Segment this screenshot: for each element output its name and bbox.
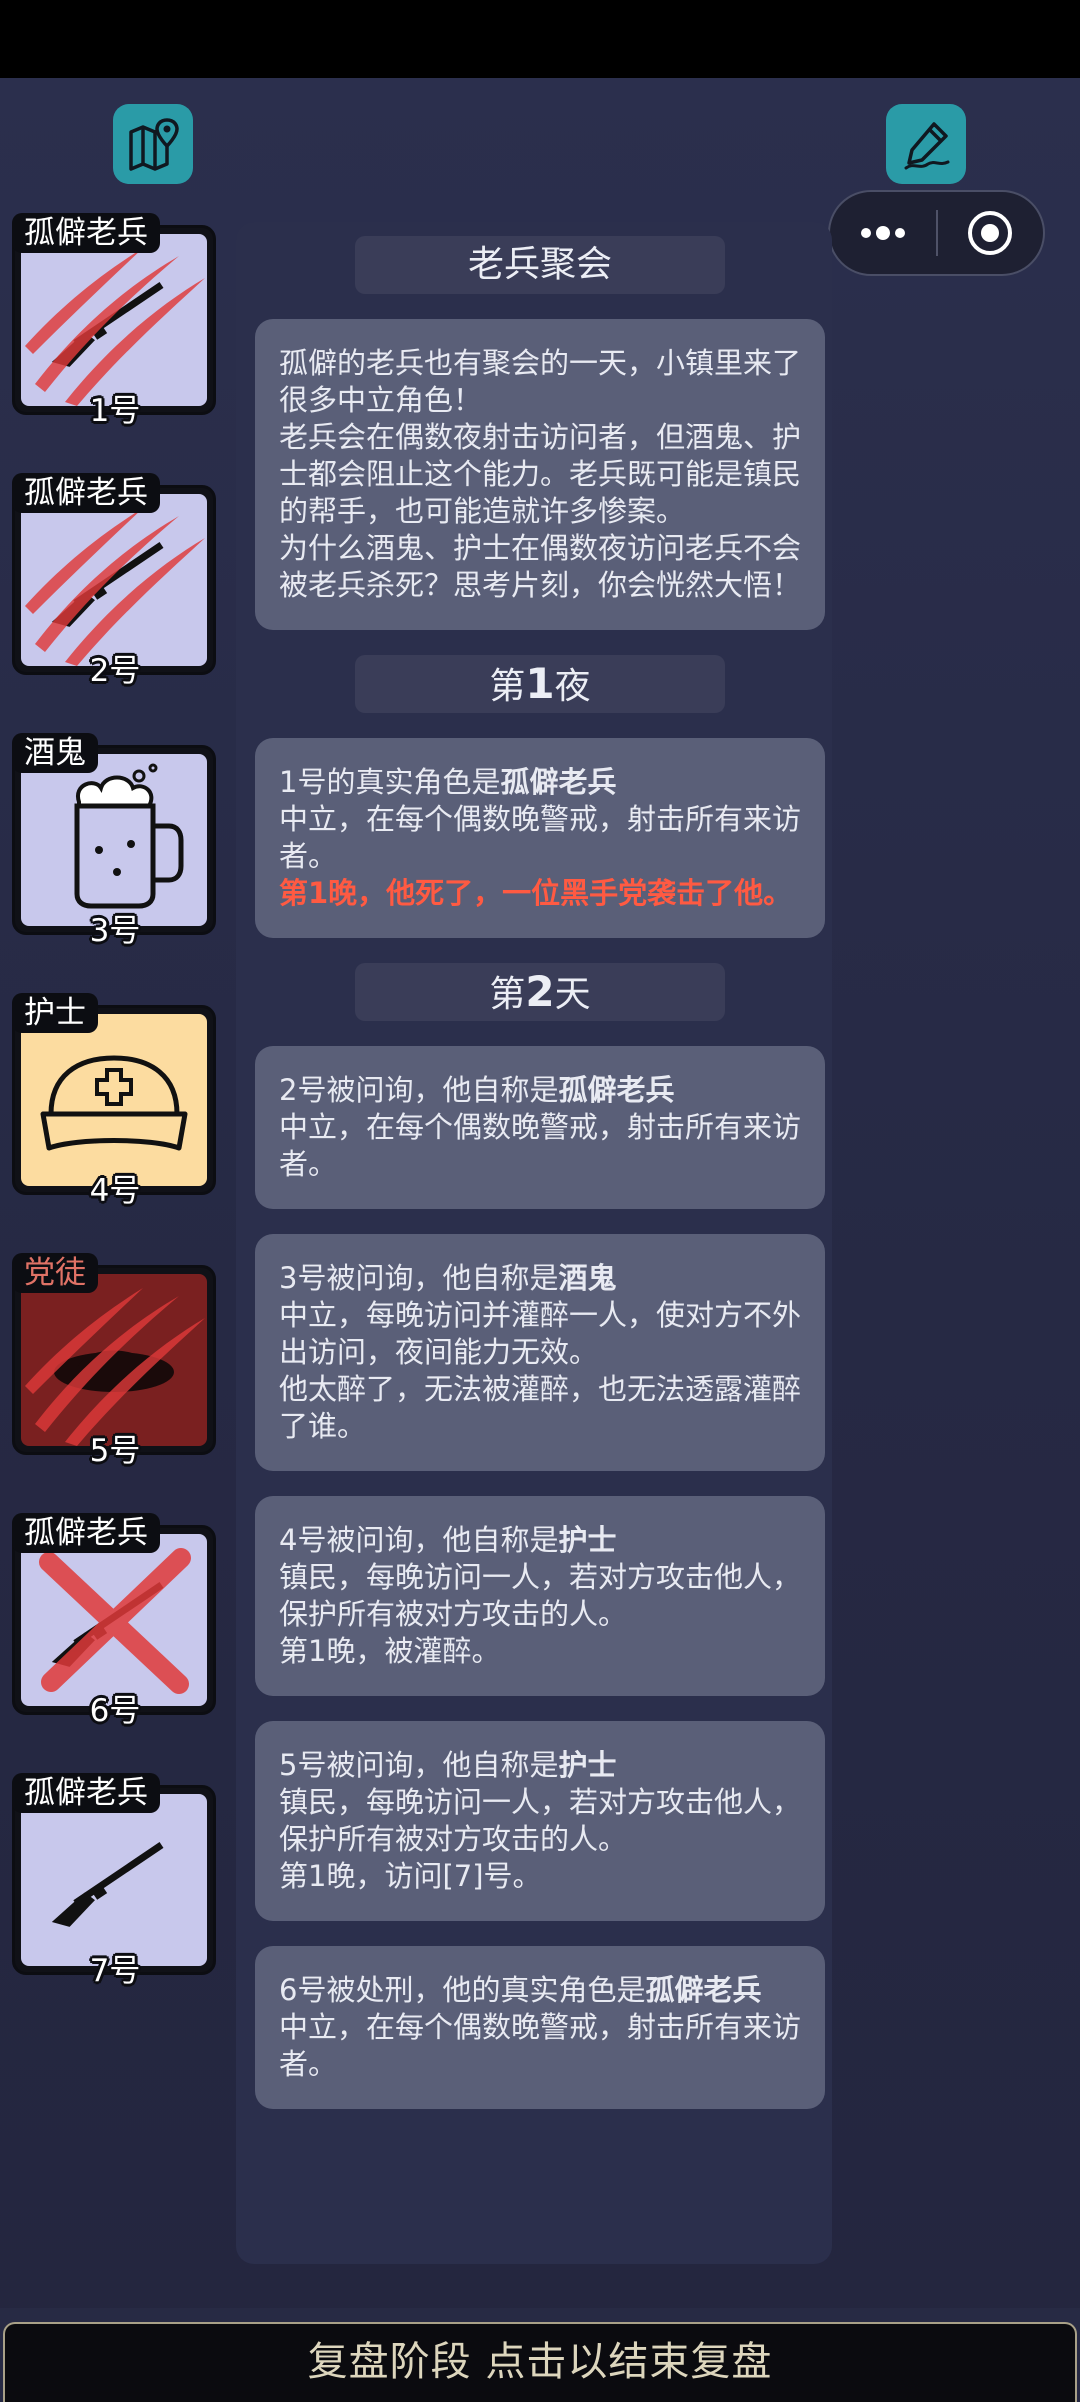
log-entry: 4号被问询，他自称是护士 镇民，每晚访问一人，若对方攻击他人，保护所有被对方攻击… bbox=[255, 1496, 825, 1696]
log-entry: 2号被问询，他自称是孤僻老兵 中立，在每个偶数晚警戒，射击所有来访者。 bbox=[255, 1046, 825, 1209]
player-number: 5号 bbox=[89, 1433, 141, 1469]
player-role: 孤僻老兵 bbox=[12, 1773, 160, 1813]
log-entry: 3号被问询，他自称是酒鬼 中立，每晚访问并灌醉一人，使对方不外出访问，夜间能力无… bbox=[255, 1234, 825, 1471]
notes-button[interactable] bbox=[886, 104, 966, 184]
log-entry-intro: 孤僻的老兵也有聚会的一天，小镇里来了很多中立角色！ 老兵会在偶数夜射击访问者，但… bbox=[255, 319, 825, 630]
player-role: 孤僻老兵 bbox=[12, 213, 160, 253]
nurse-cap-icon bbox=[21, 1014, 207, 1186]
miniprogram-capsule bbox=[828, 190, 1045, 276]
player-number: 3号 bbox=[89, 913, 141, 949]
player-card-2[interactable]: 孤僻老兵 2号 bbox=[12, 473, 218, 689]
player-role: 孤僻老兵 bbox=[12, 473, 160, 513]
player-card-1[interactable]: 孤僻老兵 1号 bbox=[12, 213, 218, 429]
status-bar bbox=[0, 0, 1080, 78]
pen-icon bbox=[904, 122, 950, 170]
player-number: 1号 bbox=[89, 393, 141, 429]
log-entry: 1号的真实角色是孤僻老兵 中立，在每个偶数晚警戒，射击所有来访者。 第1晚，他死… bbox=[255, 738, 825, 938]
player-number: 6号 bbox=[89, 1693, 141, 1729]
player-card-7[interactable]: 孤僻老兵 7号 bbox=[12, 1773, 218, 1989]
beer-mug-icon bbox=[21, 754, 207, 926]
log-text: 孤僻的老兵也有聚会的一天，小镇里来了很多中立角色！ bbox=[279, 346, 802, 417]
log-entry: 5号被问询，他自称是护士 镇民，每晚访问一人，若对方攻击他人，保护所有被对方攻击… bbox=[255, 1721, 825, 1921]
rifle-icon bbox=[21, 1534, 207, 1706]
target-icon bbox=[968, 211, 1013, 255]
log-entry: 6号被处刑，他的真实角色是孤僻老兵 中立，在每个偶数晚警戒，射击所有来访者。 bbox=[255, 1946, 825, 2109]
more-button[interactable] bbox=[830, 192, 936, 274]
game-log-panel[interactable]: 老兵聚会 孤僻的老兵也有聚会的一天，小镇里来了很多中立角色！ 老兵会在偶数夜射击… bbox=[236, 222, 832, 2264]
log-heading-night-1: 第1夜 bbox=[355, 655, 725, 713]
player-number: 4号 bbox=[89, 1173, 141, 1209]
player-card-5[interactable]: 党徒 5号 bbox=[12, 1253, 218, 1469]
death-notice: 第1晚，他死了，一位黑手党袭击了他。 bbox=[279, 876, 793, 910]
log-heading-intro: 老兵聚会 bbox=[355, 236, 725, 294]
close-miniprogram-button[interactable] bbox=[938, 192, 1044, 274]
map-button[interactable] bbox=[113, 104, 193, 184]
player-card-6[interactable]: 孤僻老兵 6号 bbox=[12, 1513, 218, 1729]
rifle-icon bbox=[21, 1794, 207, 1966]
player-number: 2号 bbox=[89, 653, 141, 689]
hat-icon bbox=[21, 1274, 207, 1446]
player-role: 护士 bbox=[12, 993, 98, 1033]
player-number: 7号 bbox=[89, 1953, 141, 1989]
player-role: 党徒 bbox=[12, 1253, 98, 1293]
map-pin-icon bbox=[129, 118, 179, 171]
player-role: 酒鬼 bbox=[12, 733, 98, 773]
player-role: 孤僻老兵 bbox=[12, 1513, 160, 1553]
log-text: 为什么酒鬼、护士在偶数夜访问老兵不会被老兵杀死？思考片刻，你会恍然大悟！ bbox=[279, 531, 802, 602]
log-heading-day-2: 第2天 bbox=[355, 963, 725, 1021]
more-dots-icon bbox=[860, 226, 905, 240]
rifle-icon bbox=[21, 494, 207, 666]
rifle-icon bbox=[21, 234, 207, 406]
player-card-4[interactable]: 护士 4号 bbox=[12, 993, 218, 1209]
player-card-3[interactable]: 酒鬼 3号 bbox=[12, 733, 218, 949]
end-review-button[interactable]: 复盘阶段 点击以结束复盘 bbox=[3, 2322, 1077, 2402]
log-text: 老兵会在偶数夜射击访问者，但酒鬼、护士都会阻止这个能力。老兵既可能是镇民的帮手，… bbox=[279, 420, 802, 528]
